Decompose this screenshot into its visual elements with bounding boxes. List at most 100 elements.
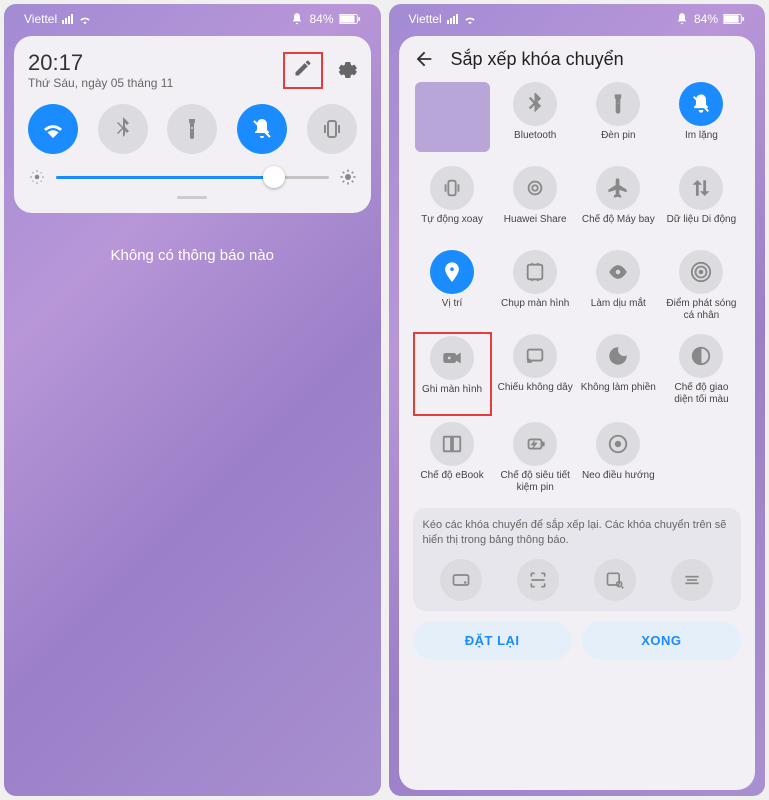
- brightness-high-icon: [339, 168, 357, 186]
- vibrate-toggle[interactable]: [307, 104, 357, 154]
- battery-icon: [339, 13, 361, 25]
- hint-section: Kéo các khóa chuyển để sắp xếp lại. Các …: [413, 508, 742, 611]
- bell-off-icon: [250, 117, 274, 141]
- slider-thumb[interactable]: [263, 166, 285, 188]
- flashlight-icon: [180, 117, 204, 141]
- page-title: Sắp xếp khóa chuyển: [451, 49, 624, 70]
- hint-text: Kéo các khóa chuyển để sắp xếp lại. Các …: [423, 518, 732, 549]
- slider-track[interactable]: [56, 176, 329, 179]
- mute-icon: [290, 12, 304, 26]
- tile-label: Neo điều hướng: [582, 470, 655, 494]
- battery-icon: [723, 13, 745, 25]
- extra-tile-nfc[interactable]: [440, 559, 482, 601]
- tile-label: Im lặng: [685, 130, 718, 154]
- back-icon[interactable]: [413, 48, 435, 70]
- signal-icon: [447, 14, 458, 24]
- battery-label: 84%: [309, 12, 333, 26]
- tile-label: Huawei Share: [504, 214, 567, 238]
- carrier-label: Viettel: [24, 12, 57, 26]
- tile-label: Đèn pin: [601, 130, 635, 154]
- tile-cast[interactable]: Chiếu không dây: [496, 332, 575, 416]
- dark-icon: [679, 334, 723, 378]
- edit-toggles-button[interactable]: [283, 52, 323, 89]
- date-text: Thứ Sáu, ngày 05 tháng 11: [28, 76, 173, 90]
- wifi-icon: [463, 12, 477, 26]
- tile-label: Không làm phiền: [581, 382, 656, 406]
- eye-icon: [596, 250, 640, 294]
- tile-location[interactable]: Vị trí: [413, 248, 492, 328]
- tile-label: Vị trí: [442, 298, 463, 322]
- record-icon: [430, 336, 474, 380]
- vibrate-icon: [320, 117, 344, 141]
- tile-label: Chế độ siêu tiết kiệm pin: [498, 470, 573, 494]
- brightness-slider[interactable]: [28, 168, 357, 186]
- phone-left-notification-shade: Viettel 84% 20:17 Thứ Sáu, ngày 05 tháng…: [4, 4, 381, 796]
- extra-tile-gallery[interactable]: [594, 559, 636, 601]
- mute-icon: [675, 12, 689, 26]
- data-icon: [679, 166, 723, 210]
- location-icon: [430, 250, 474, 294]
- tile-label: Làm dịu mắt: [591, 298, 646, 322]
- dnd-icon: [596, 334, 640, 378]
- tile-eye[interactable]: Làm dịu mắt: [579, 248, 658, 328]
- extra-tile-scan[interactable]: [517, 559, 559, 601]
- airplane-icon: [596, 166, 640, 210]
- carrier-label: Viettel: [409, 12, 442, 26]
- drag-handle[interactable]: [177, 196, 207, 199]
- no-notification-text: Không có thông báo nào: [4, 247, 381, 264]
- cast-icon: [513, 334, 557, 378]
- tile-label: Điểm phát sóng cá nhân: [664, 298, 739, 322]
- tile-silent[interactable]: Im lặng: [662, 80, 741, 160]
- tile-share[interactable]: Huawei Share: [496, 164, 575, 244]
- bluetooth-icon: [513, 82, 557, 126]
- tile-label: Bluetooth: [514, 130, 556, 154]
- drag-preview: [415, 82, 490, 152]
- tile-flashlight[interactable]: Đèn pin: [579, 80, 658, 160]
- tile-hotspot[interactable]: Điểm phát sóng cá nhân: [662, 248, 741, 328]
- tile-battery[interactable]: Chế độ siêu tiết kiệm pin: [496, 420, 575, 500]
- battery-label: 84%: [694, 12, 718, 26]
- signal-icon: [62, 14, 73, 24]
- wifi-toggle[interactable]: [28, 104, 78, 154]
- tile-screenshot[interactable]: Chụp màn hình: [496, 248, 575, 328]
- silent-toggle[interactable]: [237, 104, 287, 154]
- scan-icon: [528, 570, 548, 590]
- lines-icon: [682, 570, 702, 590]
- bluetooth-toggle[interactable]: [98, 104, 148, 154]
- tile-label: Dữ liệu Di động: [667, 214, 737, 238]
- tile-label: Chế độ giao diện tối màu: [664, 382, 739, 406]
- tile-placeholder[interactable]: [413, 80, 492, 160]
- phone-right-arrange-toggles: Viettel 84% Sắp xếp khóa chuyển Bluetoot…: [389, 4, 766, 796]
- tile-label: Chế độ Máy bay: [582, 214, 655, 238]
- screenshot-icon: [513, 250, 557, 294]
- wifi-icon: [41, 117, 65, 141]
- clock-block[interactable]: 20:17 Thứ Sáu, ngày 05 tháng 11: [28, 50, 173, 90]
- tile-nav[interactable]: Neo điều hướng: [579, 420, 658, 500]
- done-button[interactable]: XONG: [582, 621, 741, 660]
- tile-dnd[interactable]: Không làm phiền: [579, 332, 658, 416]
- tile-label: Chụp màn hình: [501, 298, 569, 322]
- rotate-icon: [430, 166, 474, 210]
- extra-tile-lines[interactable]: [671, 559, 713, 601]
- tiles-grid: Bluetooth Đèn pin Im lặng Tự động xoay Huawe…: [413, 80, 742, 500]
- reset-button[interactable]: ĐẶT LẠI: [413, 621, 572, 660]
- settings-icon[interactable]: [335, 59, 357, 81]
- status-bar: Viettel 84%: [389, 4, 766, 30]
- tile-label: Ghi màn hình: [422, 384, 482, 408]
- tile-bluetooth[interactable]: Bluetooth: [496, 80, 575, 160]
- flashlight-icon: [596, 82, 640, 126]
- tile-rotate[interactable]: Tự động xoay: [413, 164, 492, 244]
- ebook-icon: [430, 422, 474, 466]
- flashlight-toggle[interactable]: [167, 104, 217, 154]
- tile-record[interactable]: Ghi màn hình: [413, 332, 492, 416]
- tile-dark[interactable]: Chế độ giao diện tối màu: [662, 332, 741, 416]
- tile-airplane[interactable]: Chế độ Máy bay: [579, 164, 658, 244]
- pencil-icon: [293, 58, 313, 78]
- share-icon: [513, 166, 557, 210]
- time-text: 20:17: [28, 50, 173, 76]
- arrange-toggles-panel: Sắp xếp khóa chuyển Bluetooth Đèn pin Im l…: [399, 36, 756, 790]
- brightness-low-icon: [28, 168, 46, 186]
- image-search-icon: [605, 570, 625, 590]
- tile-ebook[interactable]: Chế độ eBook: [413, 420, 492, 500]
- tile-data[interactable]: Dữ liệu Di động: [662, 164, 741, 244]
